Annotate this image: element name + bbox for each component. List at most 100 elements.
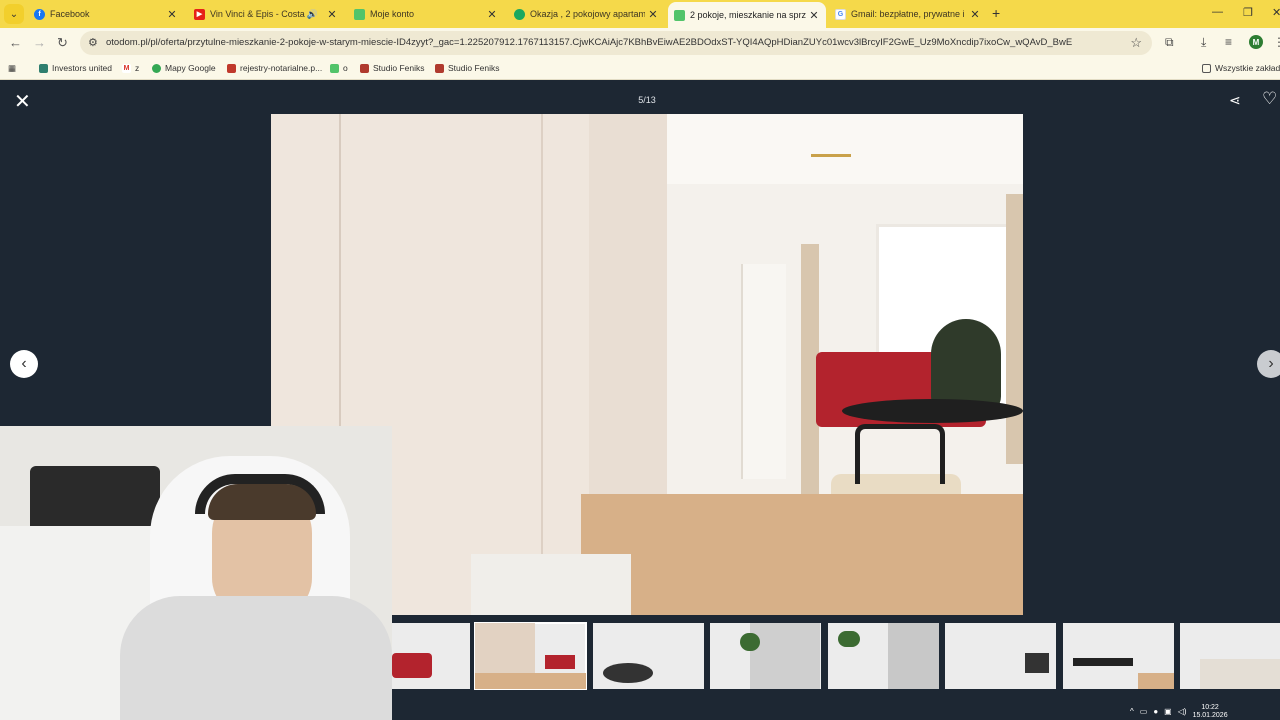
reading-list-icon[interactable]: ≡ [1225,35,1232,49]
close-gallery-icon[interactable]: ✕ [14,89,31,114]
site-info-icon[interactable]: ⚙ [88,36,98,49]
folder-icon [1202,63,1211,73]
network-icon[interactable]: ▭ [1140,707,1148,716]
tray-chevron-icon[interactable]: ^ [1130,707,1134,716]
microphone-icon[interactable]: ● [1153,707,1158,716]
bookmark-studio-feniks[interactable]: Studio Feniks [360,63,425,73]
share-icon[interactable]: ⋖ [1229,92,1241,109]
favorite-heart-icon[interactable]: ♡ [1262,89,1277,109]
new-tab-plus-icon[interactable]: + [992,5,1000,21]
download-icon[interactable]: ⤓ [1201,35,1206,50]
previous-photo-button[interactable]: ‹ [10,350,38,378]
tab-title: Vin Vinci & Epis - Costa Bla [210,9,307,19]
thumbnail-strip [362,622,1280,690]
google-icon: G [835,8,846,20]
forward-arrow-icon[interactable]: → [33,35,46,50]
system-tray: ^ ▭ ● ▣ ◁) 10:22 15.01.2026 [1130,703,1280,720]
minimize-icon[interactable]: — [1212,6,1223,18]
ceiling-lamp [811,154,851,194]
tab-search-button[interactable]: ⌄ [4,4,24,24]
thumbnail-2-selected[interactable] [474,622,587,690]
tab-title: Facebook [50,9,90,19]
tab-gmail[interactable]: G Gmail: bezpłatne, prywatne i be ✕ [829,2,987,26]
hoodie [120,596,392,720]
bookmark-gmail[interactable]: M z [122,63,139,73]
dining-table [842,399,1023,423]
tab-close-icon[interactable]: ✕ [967,8,983,21]
investors-icon [39,63,48,73]
chair-back [855,424,945,484]
tab-close-icon[interactable]: ✕ [324,8,340,21]
clock[interactable]: 10:22 15.01.2026 [1193,704,1228,720]
tab-close-icon[interactable]: ✕ [645,8,661,21]
tab-close-icon[interactable]: ✕ [806,9,822,22]
tab-close-icon[interactable]: ✕ [484,8,500,21]
thumbnail-5[interactable] [828,623,939,689]
tab-title: 2 pokoje, mieszkanie na sprzed [690,10,806,20]
tab-okazja[interactable]: Okazja , 2 pokojowy apartamen ✕ [508,2,665,26]
bookmark-label: Studio Feniks [373,63,425,73]
feniks-icon [435,63,444,73]
thumbnail-3[interactable] [593,623,704,689]
open-door [741,264,786,479]
bookmark-label: z [135,63,140,73]
tab-moje-konto[interactable]: Moje konto ✕ [348,2,504,26]
bookmark-label: rejestry-notarialne.p... [240,63,323,73]
tab-title: Okazja , 2 pokojowy apartamen [530,9,645,19]
bookmark-label: Investors united [52,63,113,73]
thumbnail-7[interactable] [1063,623,1174,689]
bookmarks-bar: ▦ Investors united M z Mapy Google rejes… [0,58,1280,80]
clock-date: 15.01.2026 [1192,711,1228,719]
bookmark-label: Mapy Google [165,63,216,73]
bookmarks-folder[interactable]: Wszystkie zakład [1202,63,1280,73]
address-bar[interactable]: ⚙ otodom.pl/pl/oferta/przytulne-mieszkan… [80,31,1152,55]
restore-icon[interactable]: ❐ [1243,6,1253,19]
otodom-icon [674,9,685,21]
bookmark-label: o [343,63,348,73]
bookmark-otodom[interactable]: o [330,63,348,73]
bookmark-star-icon[interactable]: ☆ [1130,35,1142,51]
wardrobe-seam [541,114,543,564]
extensions-puzzle-icon[interactable]: ⧉ [1165,35,1174,50]
browser-toolbar: ← → ↻ ⚙ otodom.pl/pl/oferta/przytulne-mi… [0,28,1280,58]
close-window-icon[interactable]: ✕ [1272,6,1280,19]
feniks-icon [360,63,369,73]
display-icon[interactable]: ▣ [1164,707,1172,716]
tab-close-icon[interactable]: ✕ [164,8,180,21]
tab-youtube[interactable]: ▶ Vin Vinci & Epis - Costa Bla 🔊 ✕ [188,2,344,26]
otodom-icon [354,8,365,20]
wood-floor [581,494,1023,615]
browser-menu-icon[interactable]: ⋮ [1273,35,1280,49]
bookmark-studio-feniks-2[interactable]: Studio Feniks [435,63,500,73]
tab-facebook[interactable]: f Facebook ✕ [28,2,184,26]
audio-playing-icon[interactable]: 🔊 [307,9,318,20]
facebook-icon: f [34,8,45,20]
next-photo-button[interactable]: › [1257,350,1280,378]
thumbnail-8[interactable] [1180,623,1280,689]
youtube-icon: ▶ [194,8,205,20]
reload-icon[interactable]: ↻ [57,35,68,51]
bookmark-folder-label: Wszystkie zakład [1215,63,1280,73]
hair [208,484,316,520]
thumbnail-4[interactable] [710,623,821,689]
tab-title: Gmail: bezpłatne, prywatne i be [851,9,967,19]
maps-pin-icon [152,63,161,73]
otodom-icon [330,63,339,73]
thumbnail-6[interactable] [945,623,1056,689]
apps-grid-icon[interactable]: ▦ [8,63,16,74]
url-text[interactable]: otodom.pl/pl/oferta/przytulne-mieszkanie… [106,37,1116,48]
listing-icon [514,8,525,20]
bookmark-mapy-google[interactable]: Mapy Google [152,63,216,73]
bookmark-rejestry[interactable]: rejestry-notarialne.p... [227,63,322,73]
browser-tab-strip: ⌄ f Facebook ✕ ▶ Vin Vinci & Epis - Cost… [0,0,1280,28]
bookmark-label: Studio Feniks [448,63,500,73]
back-arrow-icon[interactable]: ← [9,35,22,50]
tab-otodom-active[interactable]: 2 pokoje, mieszkanie na sprzed ✕ [668,2,826,28]
webcam-overlay [0,426,392,720]
curtain-right [1006,194,1023,464]
bookmark-investors-united[interactable]: Investors united [39,63,112,73]
photo-counter: 5/13 [638,95,656,105]
profile-avatar[interactable]: M [1249,35,1263,49]
volume-icon[interactable]: ◁) [1178,707,1187,716]
notary-icon [227,63,236,73]
